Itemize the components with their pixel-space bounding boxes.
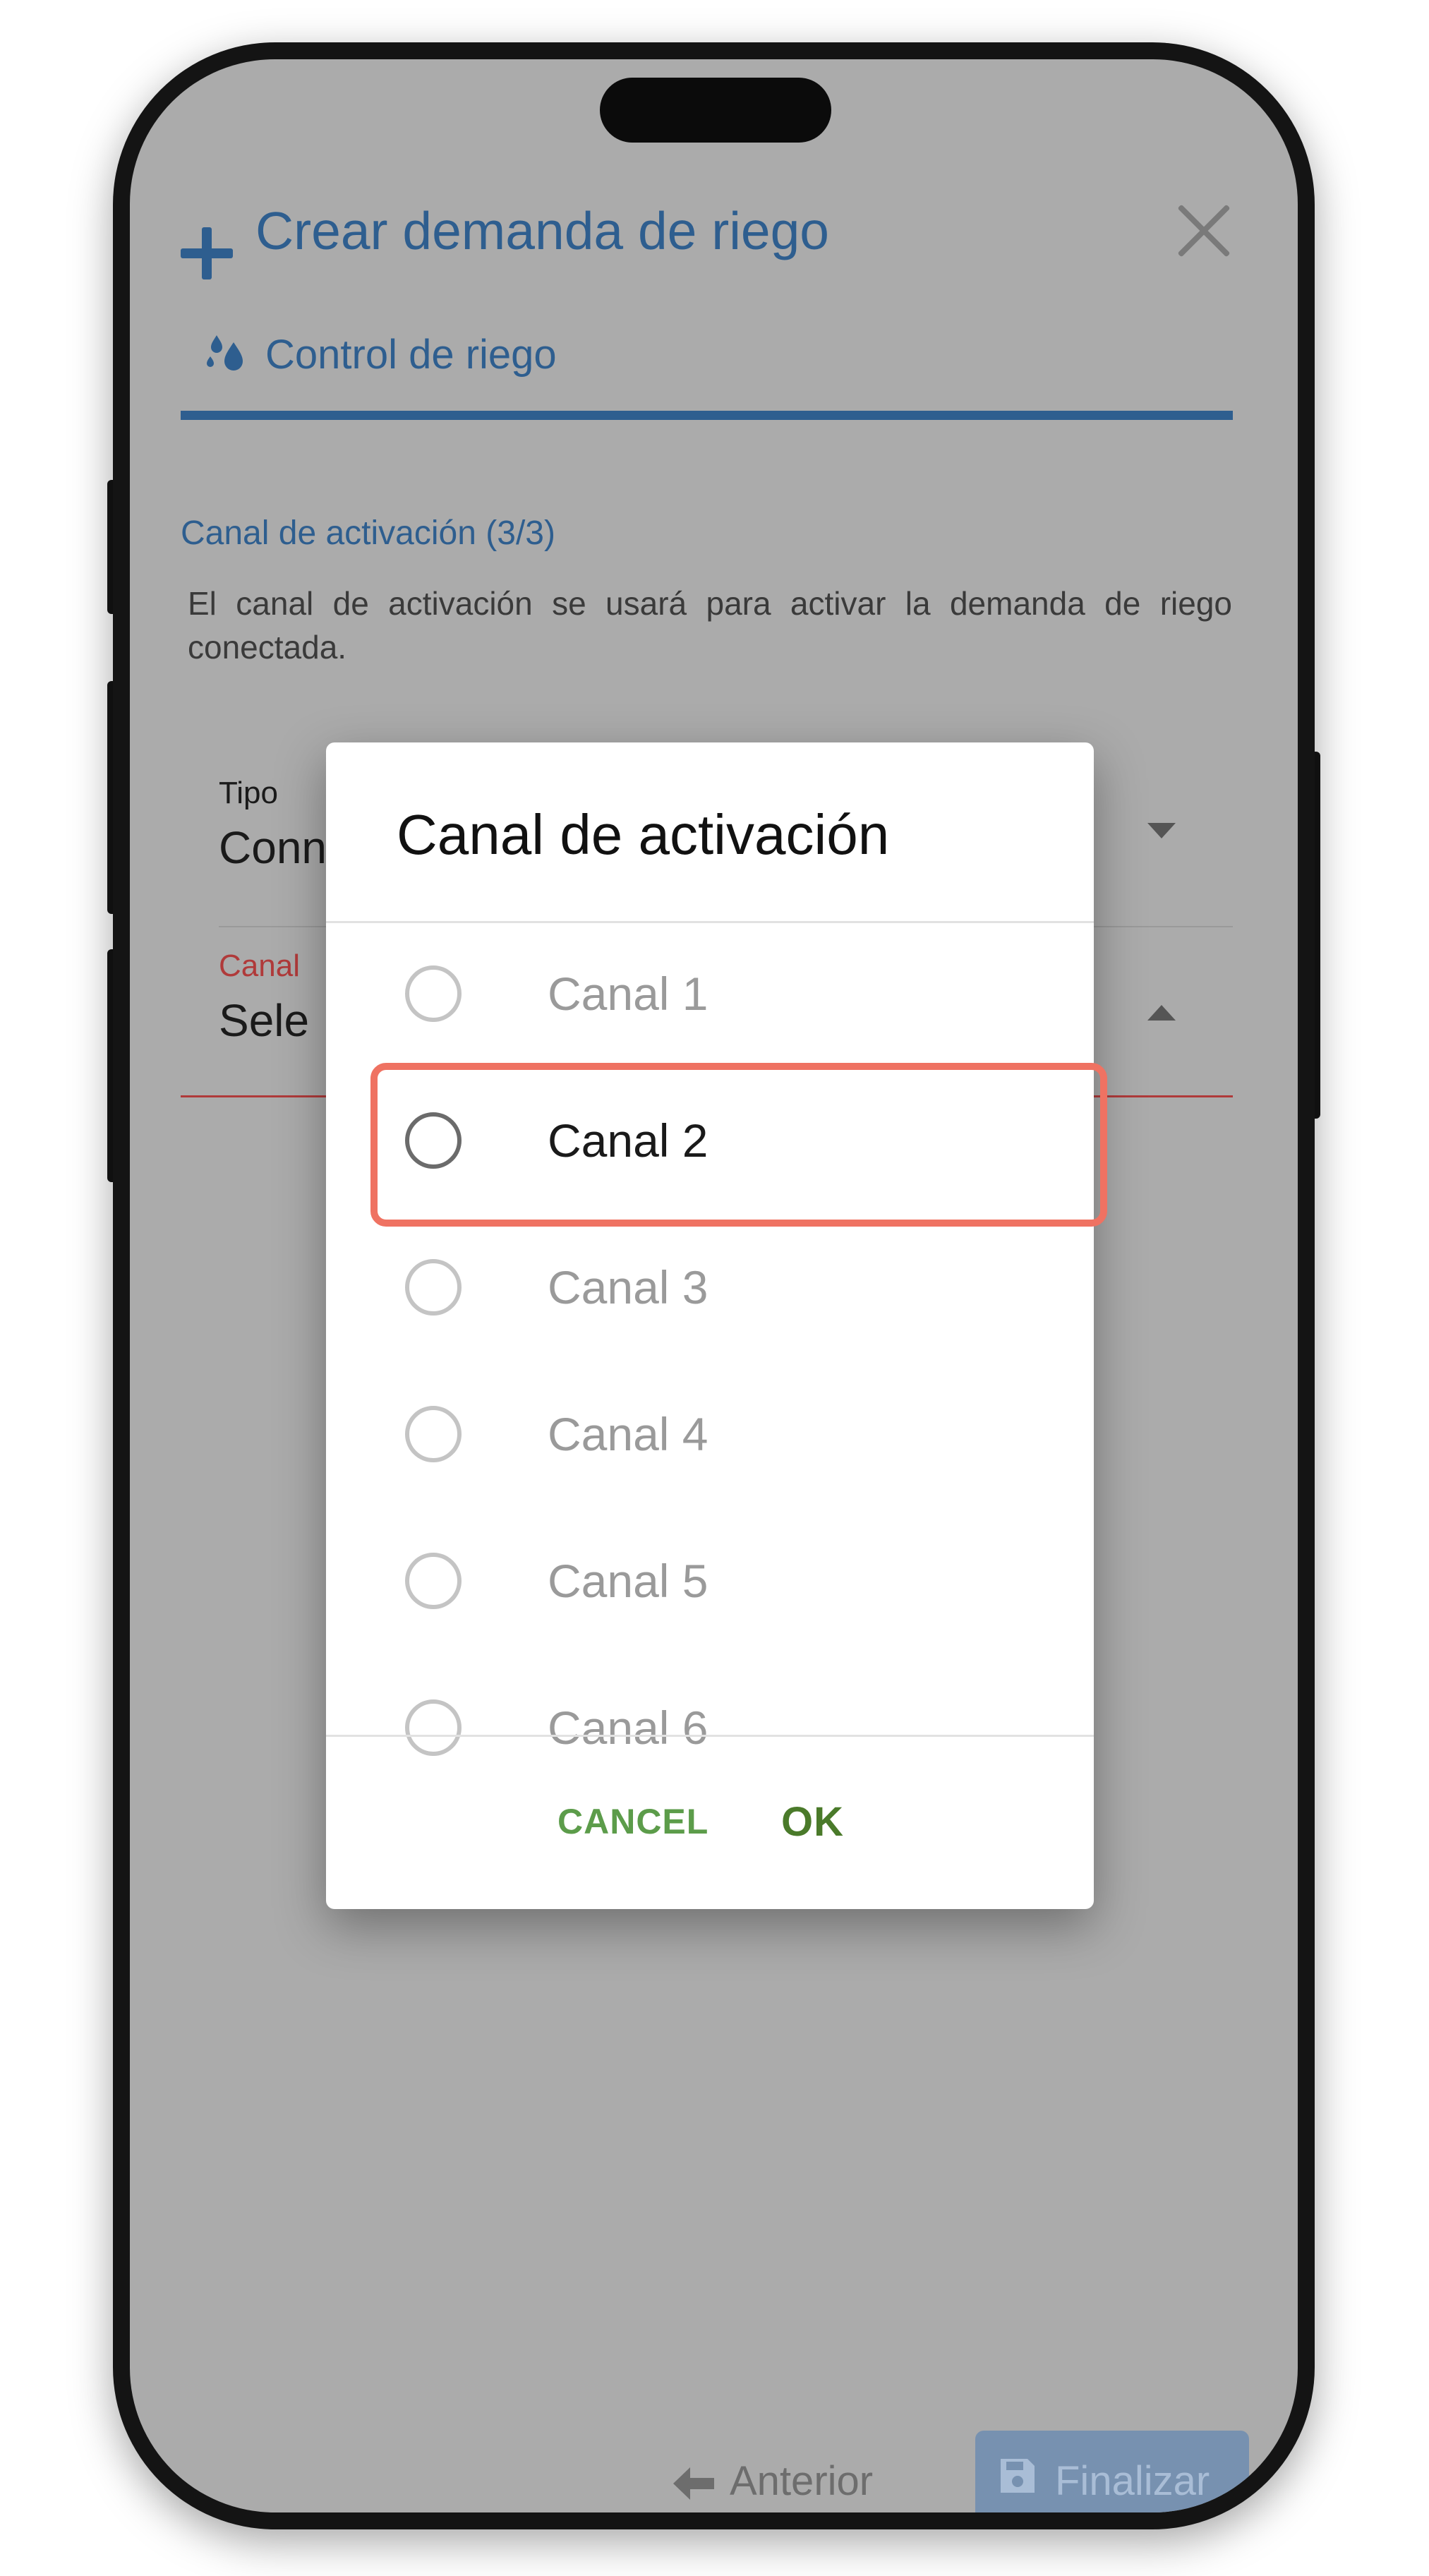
channel-dialog: Canal de activación Canal 1 Canal 2 Cana… xyxy=(326,742,1094,1909)
section-description: El canal de activación se usará para act… xyxy=(188,585,1232,666)
water-drops-icon xyxy=(207,335,243,371)
channel-option[interactable]: Canal 4 xyxy=(326,1364,1094,1510)
radio-icon[interactable] xyxy=(405,1406,462,1462)
finish-button-label: Finalizar xyxy=(1055,2458,1210,2504)
channel-option-label: Canal 6 xyxy=(548,1702,709,1754)
dynamic-island xyxy=(600,78,831,143)
section-title: Canal de activación (3/3) xyxy=(181,514,555,552)
previous-button[interactable]: Anterior xyxy=(730,2457,873,2505)
channel-option[interactable]: Canal 6 xyxy=(326,1657,1094,1770)
highlight-box xyxy=(370,1063,1107,1227)
field-tipo-value[interactable]: Conn xyxy=(219,821,327,874)
radio-icon[interactable] xyxy=(405,1699,462,1756)
plus-icon xyxy=(181,227,233,279)
channel-option-list[interactable]: Canal 1 Canal 2 Canal 3 Canal 4 Canal 5 … xyxy=(326,923,1094,1770)
field-canal-label: Canal xyxy=(219,949,300,983)
tab-underline xyxy=(181,411,1233,420)
field-tipo-label: Tipo xyxy=(219,776,278,810)
channel-option-label: Canal 1 xyxy=(548,968,709,1020)
dialog-bottom-divider xyxy=(326,1735,1094,1737)
radio-icon[interactable] xyxy=(405,1553,462,1609)
channel-option-label: Canal 3 xyxy=(548,1261,709,1313)
channel-option-label: Canal 4 xyxy=(548,1408,709,1460)
form-title: Crear demanda de riego xyxy=(255,201,829,260)
ok-button[interactable]: OK xyxy=(781,1798,844,1846)
radio-icon[interactable] xyxy=(405,1259,462,1316)
radio-icon[interactable] xyxy=(405,965,462,1022)
save-icon xyxy=(1001,2459,1035,2493)
caret-up-icon[interactable] xyxy=(1147,1005,1176,1021)
caret-down-icon[interactable] xyxy=(1147,823,1176,838)
channel-option[interactable]: Canal 5 xyxy=(326,1510,1094,1657)
close-icon[interactable] xyxy=(1174,200,1235,261)
arrow-left-icon[interactable] xyxy=(672,2466,716,2501)
dialog-title: Canal de activación xyxy=(397,803,890,866)
channel-option[interactable]: Canal 1 xyxy=(326,923,1094,1070)
channel-option-label: Canal 5 xyxy=(548,1555,709,1607)
cancel-button[interactable]: CANCEL xyxy=(557,1801,709,1842)
field-canal-value[interactable]: Sele xyxy=(219,994,309,1047)
tab-control-de-riego[interactable]: Control de riego xyxy=(265,331,557,378)
channel-option[interactable]: Canal 3 xyxy=(326,1217,1094,1364)
